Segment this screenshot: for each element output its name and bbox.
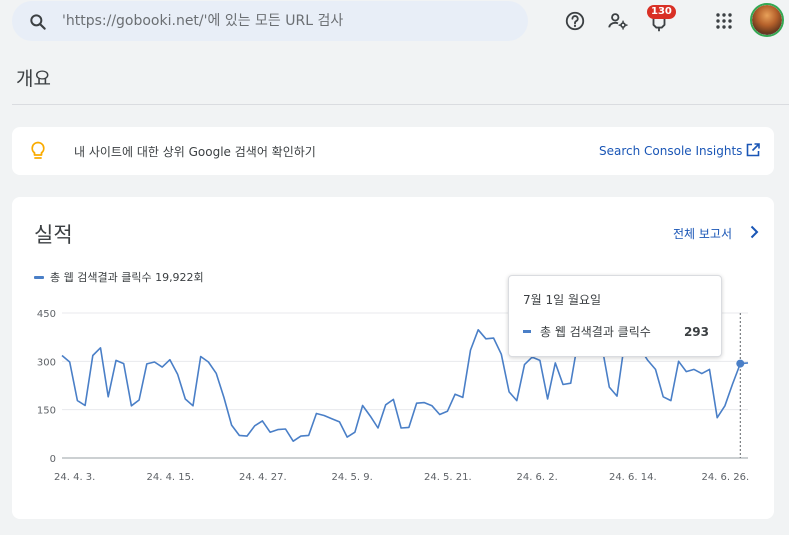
- tooltip-swatch: [523, 330, 531, 333]
- y-tick-label: 300: [37, 357, 56, 368]
- tooltip-date: 7월 1일 월요일: [523, 293, 602, 307]
- x-tick-label: 24. 4. 27.: [239, 472, 287, 483]
- x-tick-label: 24. 6. 26.: [701, 472, 749, 483]
- chart-tooltip: 7월 1일 월요일 총 웹 검색결과 클릭수 293: [508, 275, 722, 357]
- y-tick-label: 450: [37, 309, 56, 320]
- y-tick-label: 150: [37, 406, 56, 417]
- tooltip-row: 총 웹 검색결과 클릭수 293: [523, 323, 709, 340]
- x-tick-label: 24. 4. 15.: [146, 472, 194, 483]
- x-tick-label: 24. 5. 9.: [331, 472, 372, 483]
- tooltip-value: 293: [683, 324, 709, 339]
- clicks-line-chart: 450 300 150 0 24. 4. 3. 24. 4. 15. 24. 4. 27. 2…: [37, 309, 749, 483]
- tooltip-label: 총 웹 검색결과 클릭수: [540, 325, 651, 339]
- x-tick-label: 24. 6. 14.: [609, 472, 657, 483]
- x-tick-label: 24. 4. 3.: [54, 472, 95, 483]
- y-tick-label: 0: [50, 454, 56, 465]
- highlight-point: [736, 359, 745, 368]
- x-tick-label: 24. 6. 2.: [516, 472, 557, 483]
- x-tick-label: 24. 5. 21.: [424, 472, 472, 483]
